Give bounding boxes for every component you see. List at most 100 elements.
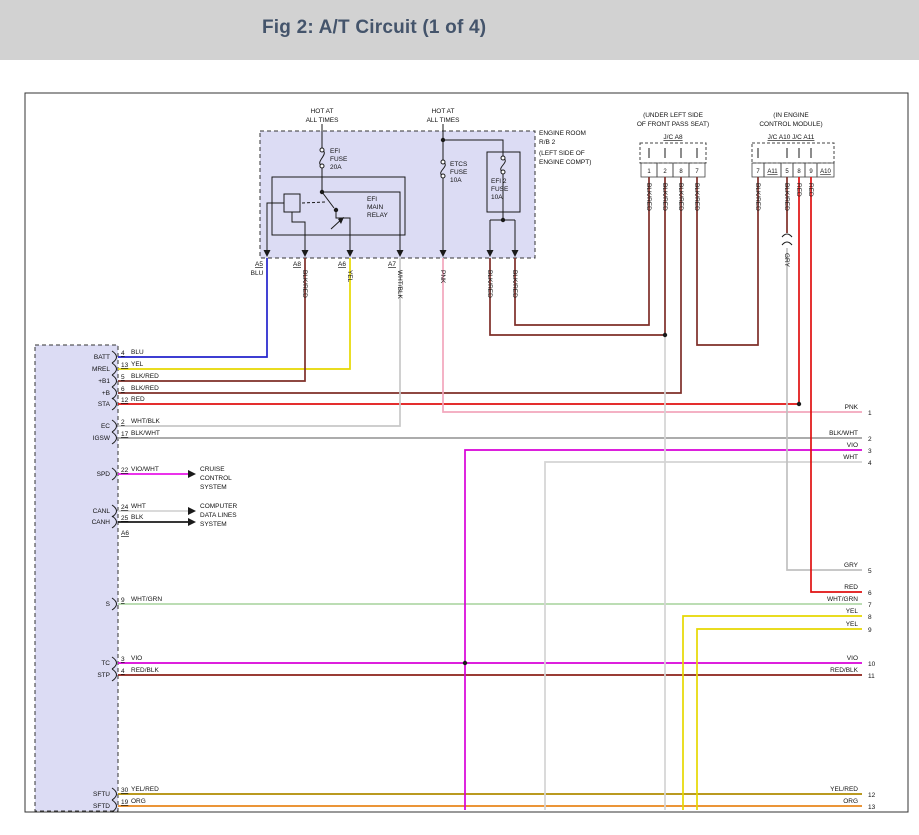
hot-at-all-times-1: HOT AT — [311, 108, 334, 115]
efi-fuse-symbol — [320, 148, 324, 152]
wire-color-label: RED — [807, 183, 814, 197]
right-wire-number: 5 — [868, 568, 872, 575]
junction-dot — [797, 402, 801, 406]
wire-color-label: BLK/RED — [661, 183, 668, 211]
wire-color-label: BLK/RED — [645, 183, 652, 211]
ecm-pin-number[interactable]: 24 — [121, 504, 129, 511]
efi-fuse-label: 20A — [330, 164, 342, 171]
wire-color-label: GRY — [783, 253, 790, 268]
ecm-pin-name-canh: CANH — [92, 519, 111, 526]
cruise-control-system: CONTROL — [200, 475, 232, 482]
right-wire-label: BLK/WHT — [829, 430, 858, 437]
wire-color-label: YEL — [131, 361, 144, 368]
ecm-connector-id[interactable]: A6 — [121, 530, 129, 537]
right-wire-label: YEL — [846, 608, 859, 615]
right-wire-label: RED/BLK — [830, 667, 858, 674]
wire-color-label: BLK/RED — [693, 183, 700, 211]
jc-a8-caption: (UNDER LEFT SIDE — [643, 112, 703, 119]
right-wire-number: 4 — [868, 460, 872, 467]
wire-color-label: RED — [795, 183, 802, 197]
wire-color-label: YEL — [346, 270, 353, 283]
efi-fuse-label: EFI — [330, 148, 340, 155]
pin-id-a8[interactable]: A8 — [293, 261, 301, 268]
efi2-fuse-label: FUSE — [491, 186, 509, 193]
hot-at-all-times-2: HOT AT — [432, 108, 455, 115]
right-wire-label: YEL — [846, 621, 859, 628]
pin-id-a6[interactable]: A6 — [338, 261, 346, 268]
right-wire-number: 6 — [868, 590, 872, 597]
engine-room-caption: (LEFT SIDE OF — [539, 150, 585, 157]
etcs-fuse-label: FUSE — [450, 169, 468, 176]
ecm-left-box — [35, 345, 118, 811]
hot-at-all-times-2: ALL TIMES — [427, 117, 461, 124]
ecm-pin-number[interactable]: 30 — [121, 787, 129, 794]
junction-dot — [663, 333, 667, 337]
wire-color-label: VIO/WHT — [131, 466, 159, 473]
right-wire-label: RED — [844, 584, 858, 591]
engine-room-caption: ENGINE ROOM — [539, 130, 586, 137]
ecm-pin-number[interactable]: 5 — [121, 374, 125, 381]
wire-color-label: VIO — [131, 655, 142, 662]
ecm-jc-caption: (IN ENGINE — [773, 112, 809, 119]
ecm-pin-number[interactable]: 25 — [121, 515, 129, 522]
ecm-pin-number[interactable]: 22 — [121, 467, 129, 474]
efi-main-relay-label: RELAY — [367, 212, 388, 219]
pin-id-a5[interactable]: A5 — [255, 261, 263, 268]
ecm-pin-number[interactable]: 2 — [121, 419, 125, 426]
wire-color-label: BLU — [251, 270, 264, 277]
ecm-pin-number[interactable]: 6 — [121, 386, 125, 393]
wire-color-label: YEL/RED — [131, 786, 159, 793]
ecm-jc-pin-A11[interactable]: A11 — [767, 169, 778, 175]
ecm-jc-title[interactable]: J/C A10 J/C A11 — [768, 134, 815, 141]
efi-main-relay-label: MAIN — [367, 204, 384, 211]
wire-color-label: BLK/RED — [131, 373, 159, 380]
ecm-pin-number[interactable]: 4 — [121, 668, 125, 675]
wire-color-label: BLK/RED — [754, 183, 761, 211]
ecm-pin-number[interactable]: 12 — [121, 397, 129, 404]
wire-color-label: WHT/GRN — [131, 596, 162, 603]
right-wire-number: 7 — [868, 602, 872, 609]
etcs-fuse-symbol — [441, 174, 445, 178]
efi-main-relay-label: EFI — [367, 196, 377, 203]
right-wire-label: PNK — [845, 404, 859, 411]
wire-color-label: RED — [131, 396, 145, 403]
cruise-control-system: CRUISE — [200, 466, 225, 473]
jc-a8-caption: OF FRONT PASS SEAT) — [637, 121, 709, 128]
etcs-fuse-label: 10A — [450, 177, 462, 184]
engine-room-caption: ENGINE COMPT) — [539, 159, 591, 166]
ecm-pin-number[interactable]: 3 — [121, 656, 125, 663]
ecm-jc-caption: CONTROL MODULE) — [759, 121, 822, 128]
efi2-fuse-label: 10A — [491, 194, 503, 201]
efi2-fuse-label: EFI 2 — [491, 178, 507, 185]
ecm-jc-pin-A10[interactable]: A10 — [820, 169, 831, 175]
right-wire-label: WHT/GRN — [827, 596, 858, 603]
ecm-pin-name-igsw: IGSW — [93, 435, 111, 442]
wire-color-label: BLK — [131, 514, 144, 521]
ecm-pin-name-mrel: MREL — [92, 366, 110, 373]
efi-fuse-symbol — [320, 164, 324, 168]
ecm-pin-number[interactable]: 4 — [121, 350, 125, 357]
ecm-pin-name-sta: STA — [98, 401, 111, 408]
ecm-pin-number[interactable]: 9 — [121, 597, 125, 604]
ecm-pin-name-b1: +B1 — [98, 378, 110, 385]
ecm-pin-name-batt: BATT — [94, 354, 110, 361]
right-wire-number: 1 — [868, 410, 872, 417]
wire-color-label: BLK/RED — [486, 270, 493, 298]
wire-color-label: BLK/RED — [301, 270, 308, 298]
ecm-pin-name-tc: TC — [101, 660, 110, 667]
pin-id-a7[interactable]: A7 — [388, 261, 396, 268]
cruise-control-system: SYSTEM — [200, 484, 227, 491]
right-wire-label: YEL/RED — [830, 786, 858, 793]
efi2-fuse-symbol — [501, 170, 505, 174]
ecm-pin-number[interactable]: 19 — [121, 799, 129, 806]
engine-room-caption: R/B 2 — [539, 139, 556, 146]
jc-a8-title[interactable]: J/C A8 — [663, 134, 683, 141]
ecm-pin-name-sftd: SFTD — [93, 803, 110, 810]
wire-color-label: PNK — [439, 270, 446, 284]
computer-data-lines-system: SYSTEM — [200, 521, 227, 528]
ecm-pin-number[interactable]: 13 — [121, 362, 129, 369]
ecm-pin-number[interactable]: 17 — [121, 431, 129, 438]
junction-dot — [463, 661, 467, 665]
right-wire-number: 3 — [868, 448, 872, 455]
junction-dot — [334, 208, 338, 212]
